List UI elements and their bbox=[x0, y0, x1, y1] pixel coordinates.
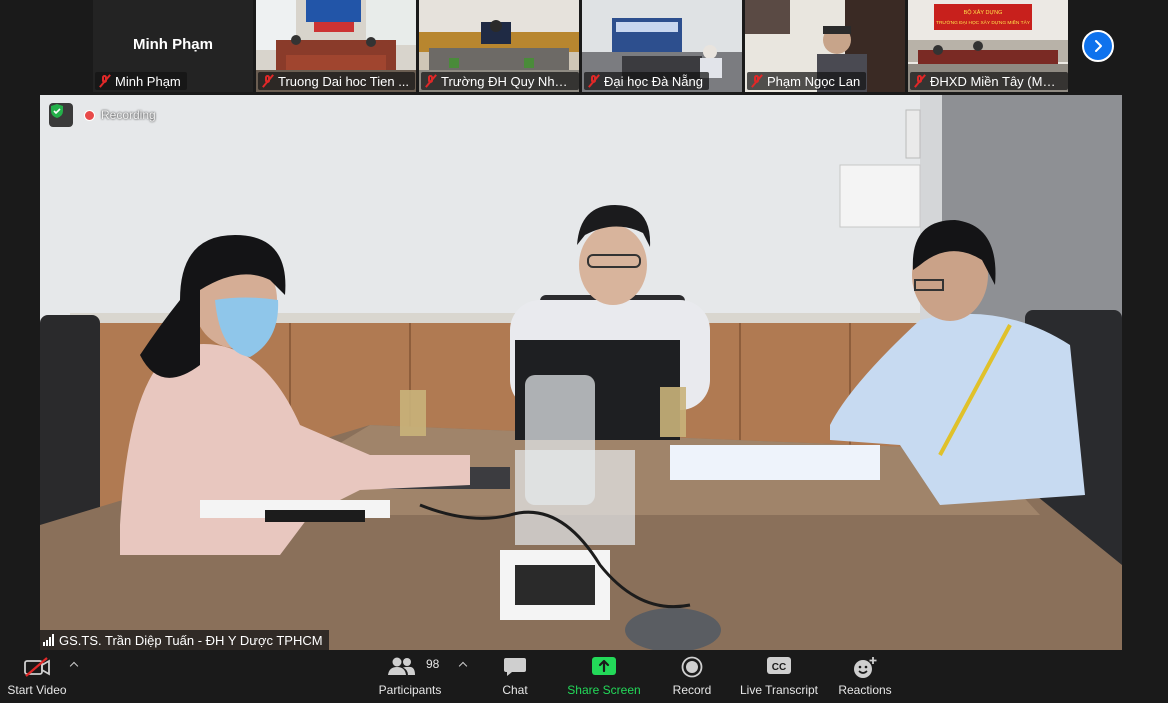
participant-tile-dhxd-mien-tay[interactable]: BỘ XÂY DỰNG TRƯỜNG ĐẠI HỌC XÂY DỰNG MIỀN… bbox=[908, 0, 1068, 92]
share-screen-label: Share Screen bbox=[567, 683, 641, 697]
recording-label: Recording bbox=[101, 108, 156, 122]
participant-name: Phạm Ngọc Lan bbox=[767, 73, 861, 89]
mic-muted-icon bbox=[588, 74, 600, 88]
share-screen-icon bbox=[592, 657, 616, 675]
active-speaker-name: GS.TS. Trần Diệp Tuấn - ĐH Y Dược TPHCM bbox=[59, 632, 323, 648]
video-off-icon bbox=[24, 657, 50, 677]
participant-name: Minh Phạm bbox=[115, 73, 181, 89]
chat-icon bbox=[504, 658, 526, 676]
participant-name: Trường ĐH Quy Nhơn – bbox=[441, 73, 573, 89]
reactions-label: Reactions bbox=[838, 683, 892, 697]
start-video-button[interactable]: Start Video bbox=[4, 650, 70, 703]
participant-name: Đại học Đà Nẵng bbox=[604, 73, 703, 89]
mic-muted-icon bbox=[262, 74, 274, 88]
participant-tile-pham-ngoc-lan[interactable]: Phạm Ngọc Lan bbox=[745, 0, 905, 92]
mic-muted-icon bbox=[99, 74, 111, 88]
next-page-button[interactable] bbox=[1082, 30, 1114, 62]
mic-muted-icon bbox=[914, 74, 926, 88]
chat-button[interactable]: Chat bbox=[492, 650, 538, 703]
participant-tile-truong-dai-hoc-tien[interactable]: Truong Dai hoc Tien ... bbox=[256, 0, 416, 92]
participant-card-name: Minh Phạm bbox=[132, 36, 213, 53]
participant-name-bar: Trường ĐH Quy Nhơn – bbox=[421, 72, 579, 90]
participants-options-caret[interactable] bbox=[458, 660, 468, 670]
signal-strength-icon bbox=[43, 634, 54, 646]
chevron-right-icon bbox=[1095, 40, 1102, 52]
record-button[interactable]: Record bbox=[668, 650, 716, 703]
sign-line-1: BỘ XÂY DỰNG bbox=[964, 9, 1003, 16]
live-transcript-button[interactable]: CC Live Transcript bbox=[738, 650, 820, 703]
participant-tile-truong-dh-quy-nhon[interactable]: Trường ĐH Quy Nhơn – bbox=[419, 0, 579, 92]
participant-name: ĐHXD Miền Tây (MTU) bbox=[930, 73, 1062, 89]
participant-name-bar: ĐHXD Miền Tây (MTU) bbox=[910, 72, 1068, 90]
reactions-button[interactable]: Reactions bbox=[836, 650, 894, 703]
active-speaker-video[interactable]: Recording GS.TS. Trần Diệp Tuấn - ĐH Y D… bbox=[40, 95, 1122, 650]
participants-count: 98 bbox=[426, 657, 440, 671]
participant-name-bar: Đại học Đà Nẵng bbox=[584, 72, 709, 90]
participant-tile-minh-pham[interactable]: Minh Phạm Minh Phạm bbox=[93, 0, 253, 92]
record-icon bbox=[681, 656, 703, 678]
share-screen-button[interactable]: Share Screen bbox=[566, 650, 642, 703]
start-video-label: Start Video bbox=[7, 683, 67, 697]
meeting-room-scene bbox=[40, 95, 1122, 650]
live-transcript-label: Live Transcript bbox=[739, 683, 819, 697]
reactions-icon bbox=[854, 657, 877, 678]
participant-name-bar: Phạm Ngọc Lan bbox=[747, 72, 867, 90]
record-label: Record bbox=[672, 683, 712, 697]
mic-muted-icon bbox=[425, 74, 437, 88]
participants-icon bbox=[388, 657, 415, 675]
participant-name-bar: Truong Dai hoc Tien ... bbox=[258, 72, 416, 90]
active-speaker-name-bar: GS.TS. Trần Diệp Tuấn - ĐH Y Dược TPHCM bbox=[40, 630, 329, 650]
sign-line-2: TRƯỜNG ĐẠI HỌC XÂY DỰNG MIỀN TÂY bbox=[936, 19, 1031, 26]
video-options-caret[interactable] bbox=[69, 660, 79, 670]
participant-strip: Minh Phạm Minh Phạm Truong Dai hoc Tien … bbox=[0, 0, 1168, 94]
participant-name-bar: Minh Phạm bbox=[95, 72, 187, 90]
participants-label: Participants bbox=[378, 683, 442, 697]
mic-muted-icon bbox=[751, 74, 763, 88]
chat-label: Chat bbox=[502, 683, 528, 697]
shield-icon bbox=[51, 104, 63, 118]
security-shield-icon[interactable] bbox=[49, 103, 73, 127]
cc-badge: CC bbox=[772, 662, 786, 673]
recording-dot-icon bbox=[84, 109, 95, 121]
participant-tile-dai-hoc-da-nang[interactable]: Đại học Đà Nẵng bbox=[582, 0, 742, 92]
closed-caption-icon: CC bbox=[767, 657, 791, 674]
recording-indicator[interactable]: Recording bbox=[84, 105, 156, 125]
participant-name: Truong Dai hoc Tien ... bbox=[278, 73, 410, 89]
meeting-toolbar: Start Video Participants 98 Chat Share S… bbox=[0, 650, 1168, 703]
